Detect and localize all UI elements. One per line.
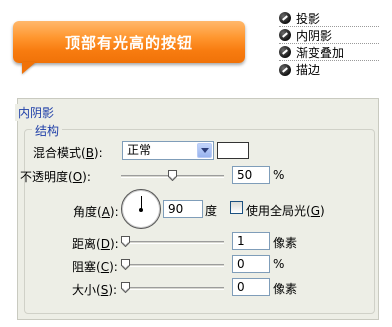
angle-input[interactable]: 90 bbox=[163, 200, 203, 218]
choke-slider-thumb[interactable] bbox=[121, 259, 130, 270]
layer-style-label: 描边 bbox=[296, 63, 321, 77]
fx-icon bbox=[279, 12, 291, 24]
angle-unit: 度 bbox=[205, 204, 218, 218]
layer-style-gradient-overlay[interactable]: 渐变叠加 bbox=[279, 44, 379, 61]
blend-mode-label: 混合模式(B): bbox=[33, 146, 103, 160]
button-pointer bbox=[22, 62, 36, 74]
angle-dial-center bbox=[139, 208, 143, 212]
fx-icon bbox=[279, 46, 291, 58]
distance-input[interactable]: 1 bbox=[232, 232, 270, 250]
blend-mode-select[interactable]: 正常 bbox=[122, 141, 214, 160]
choke-unit: % bbox=[273, 257, 285, 271]
choke-label: 阻塞(C): bbox=[72, 260, 118, 274]
top-glow-button-label: 顶部有光高的按钮 bbox=[64, 33, 193, 52]
shadow-color-swatch[interactable] bbox=[217, 142, 249, 159]
chevron-down-icon[interactable] bbox=[197, 143, 212, 158]
layer-style-label: 渐变叠加 bbox=[296, 45, 345, 60]
distance-label: 距离(D): bbox=[72, 237, 119, 251]
panel-title: 内阴影 bbox=[15, 104, 58, 121]
top-glow-button[interactable]: 顶部有光高的按钮 bbox=[13, 21, 245, 63]
layer-style-stroke[interactable]: 描边 bbox=[279, 61, 379, 78]
opacity-unit: % bbox=[273, 168, 285, 182]
global-light-checkbox[interactable] bbox=[230, 201, 243, 214]
opacity-slider-thumb[interactable] bbox=[168, 170, 177, 181]
choke-slider-track[interactable] bbox=[121, 264, 224, 267]
group-title: 结构 bbox=[32, 122, 63, 139]
distance-slider-thumb[interactable] bbox=[121, 236, 130, 247]
size-unit: 像素 bbox=[273, 282, 298, 296]
angle-label: 角度(A): bbox=[73, 205, 119, 219]
opacity-label: 不透明度(O): bbox=[20, 170, 91, 184]
angle-dial[interactable] bbox=[121, 189, 161, 229]
size-slider-track[interactable] bbox=[121, 287, 224, 290]
distance-slider-track[interactable] bbox=[121, 241, 224, 244]
blend-mode-value: 正常 bbox=[127, 143, 152, 157]
size-input[interactable]: 0 bbox=[232, 278, 270, 296]
global-light-label: 使用全局光(G) bbox=[246, 204, 325, 218]
choke-input[interactable]: 0 bbox=[232, 255, 270, 273]
screenshot-root: { "button_demo": { "label": "顶部有光高的按钮" }… bbox=[0, 0, 392, 327]
layer-style-drop-shadow[interactable]: 投影 bbox=[279, 10, 379, 27]
opacity-input[interactable]: 50 bbox=[232, 166, 270, 184]
size-label: 大小(S): bbox=[72, 283, 118, 297]
layer-style-list: 投影 内阴影 渐变叠加 描边 bbox=[279, 10, 379, 78]
fx-icon bbox=[279, 63, 291, 76]
size-slider-thumb[interactable] bbox=[121, 282, 130, 293]
layer-style-label: 内阴影 bbox=[296, 28, 333, 43]
layer-style-inner-shadow[interactable]: 内阴影 bbox=[279, 27, 379, 44]
fx-icon bbox=[279, 29, 291, 41]
layer-style-label: 投影 bbox=[296, 11, 321, 26]
distance-unit: 像素 bbox=[273, 236, 298, 250]
